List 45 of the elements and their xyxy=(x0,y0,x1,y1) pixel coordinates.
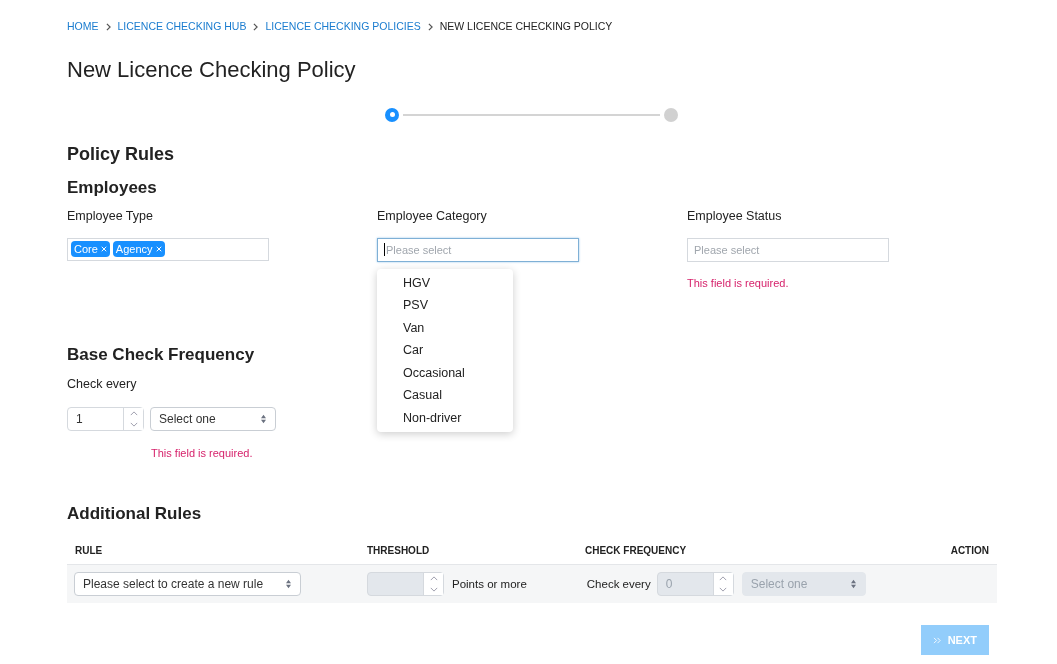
sort-arrows-icon xyxy=(285,579,292,590)
column-header: CHECK FREQUENCY xyxy=(585,544,688,559)
column-header: THRESHOLD xyxy=(367,544,431,559)
select-dropdown[interactable]: Please select to create a new rule xyxy=(74,572,301,597)
subsection-title: Employees xyxy=(67,176,158,199)
select-field[interactable]: Please select xyxy=(687,237,889,262)
chevron-right-icon xyxy=(105,22,111,31)
field-label: Employee Type xyxy=(67,207,154,225)
subsection-title: Additional Rules xyxy=(67,503,203,526)
dropdown-option[interactable]: Van xyxy=(377,316,513,340)
tag[interactable]: Core xyxy=(71,241,110,258)
sort-arrows-icon xyxy=(260,413,267,424)
breadcrumb-link[interactable]: LICENCE CHECKING POLICIES xyxy=(265,19,421,35)
dropdown-option[interactable]: Car xyxy=(377,339,513,362)
subsection-title: Base Check Frequency xyxy=(67,343,255,366)
field-label: Employee Status xyxy=(687,207,783,225)
column-header: ACTION xyxy=(950,544,989,559)
field-label: Check every xyxy=(586,576,651,592)
select-dropdown[interactable]: Select one xyxy=(150,406,276,431)
column-header: RULE xyxy=(75,544,104,559)
breadcrumb-link[interactable]: LICENCE CHECKING HUB xyxy=(117,19,247,35)
dropdown-option[interactable]: Non-driver xyxy=(377,406,513,430)
error-message: This field is required. xyxy=(151,445,253,461)
section-title: Policy Rules xyxy=(67,142,176,166)
dropdown-option[interactable]: Casual xyxy=(377,384,513,407)
double-chevron-icon xyxy=(932,636,942,644)
error-message: This field is required. xyxy=(687,275,790,291)
tag[interactable]: Agency xyxy=(112,241,165,258)
threshold-suffix: Points or more xyxy=(452,576,527,592)
tag-input[interactable]: Core Agency xyxy=(67,237,269,261)
close-icon[interactable] xyxy=(100,246,107,253)
breadcrumb-current: NEW LICENCE CHECKING POLICY xyxy=(439,19,613,34)
chevron-right-icon xyxy=(253,22,259,31)
field-label: Employee Category xyxy=(377,207,488,225)
breadcrumb-link[interactable]: HOME xyxy=(67,19,99,35)
chevron-right-icon xyxy=(427,22,433,31)
page-title: New Licence Checking Policy xyxy=(67,55,357,84)
sort-arrows-icon xyxy=(849,579,857,590)
number-input[interactable]: 1 xyxy=(67,406,144,431)
field-label: Check every xyxy=(67,375,137,393)
dropdown-option[interactable]: HGV xyxy=(377,271,513,295)
select-field[interactable]: Please select xyxy=(377,237,579,262)
dropdown-option[interactable]: PSV xyxy=(377,294,513,317)
dropdown-option[interactable]: Occasional xyxy=(377,361,513,385)
close-icon[interactable] xyxy=(155,246,162,253)
